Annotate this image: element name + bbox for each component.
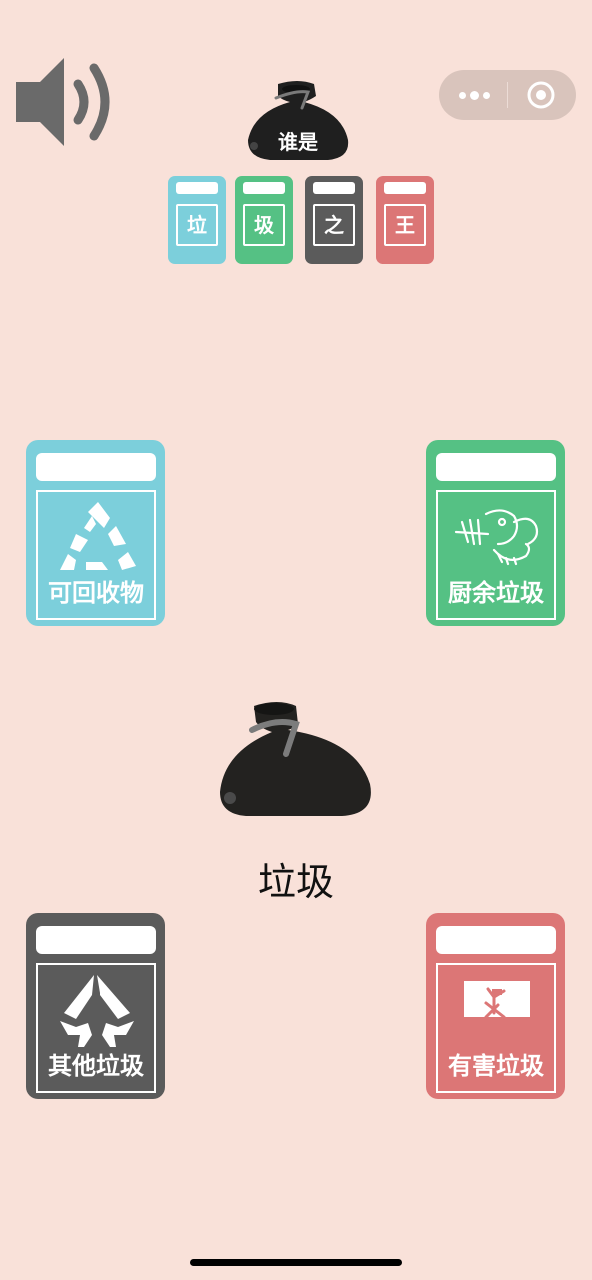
close-button[interactable] xyxy=(508,70,576,120)
title-char-1: 垃 xyxy=(176,204,218,246)
home-indicator[interactable] xyxy=(190,1259,402,1266)
hazardous-waste-label: 有害垃圾 xyxy=(448,1052,544,1080)
title-char-3: 之 xyxy=(313,204,355,246)
bin-panel: 可回收物 xyxy=(36,490,156,620)
bin-lid xyxy=(36,453,156,481)
other-waste-icon xyxy=(60,975,134,1047)
recyclable-bin[interactable]: 可回收物 xyxy=(26,440,165,626)
target-circle-icon xyxy=(527,81,555,109)
title-char-4: 王 xyxy=(384,204,426,246)
other-waste-bin[interactable]: 其他垃圾 xyxy=(26,913,165,1099)
fishbone-icon xyxy=(454,509,539,566)
title-bin-1: 垃 xyxy=(168,176,226,264)
recycle-icon xyxy=(60,502,136,570)
bin-lid xyxy=(313,182,355,194)
recyclable-label: 可回收物 xyxy=(48,579,144,607)
bin-lid xyxy=(176,182,218,194)
garbage-bag-icon[interactable] xyxy=(216,696,376,826)
bin-lid xyxy=(243,182,285,194)
speaker-icon[interactable] xyxy=(14,56,114,148)
bin-lid xyxy=(436,926,556,954)
bin-panel: 其他垃圾 xyxy=(36,963,156,1093)
title-bin-3: 之 xyxy=(305,176,363,264)
game-title: 谁是 xyxy=(278,130,318,154)
bin-lid xyxy=(36,926,156,954)
kitchen-waste-label: 厨余垃圾 xyxy=(448,579,544,607)
title-bin-2: 圾 xyxy=(235,176,293,264)
title-bin-4: 王 xyxy=(376,176,434,264)
hazardous-waste-bin[interactable]: 有害垃圾 xyxy=(426,913,565,1099)
bin-lid xyxy=(384,182,426,194)
bin-lid xyxy=(436,453,556,481)
current-item-name: 垃圾 xyxy=(257,860,334,904)
menu-capsule xyxy=(439,70,576,120)
other-waste-label: 其他垃圾 xyxy=(48,1052,144,1080)
more-button[interactable] xyxy=(439,70,507,120)
title-char-2: 圾 xyxy=(243,204,285,246)
kitchen-waste-bin[interactable]: 厨余垃圾 xyxy=(426,440,565,626)
bin-panel: 有害垃圾 xyxy=(436,963,556,1093)
hazardous-icon xyxy=(464,981,530,1019)
bin-panel: 厨余垃圾 xyxy=(436,490,556,620)
